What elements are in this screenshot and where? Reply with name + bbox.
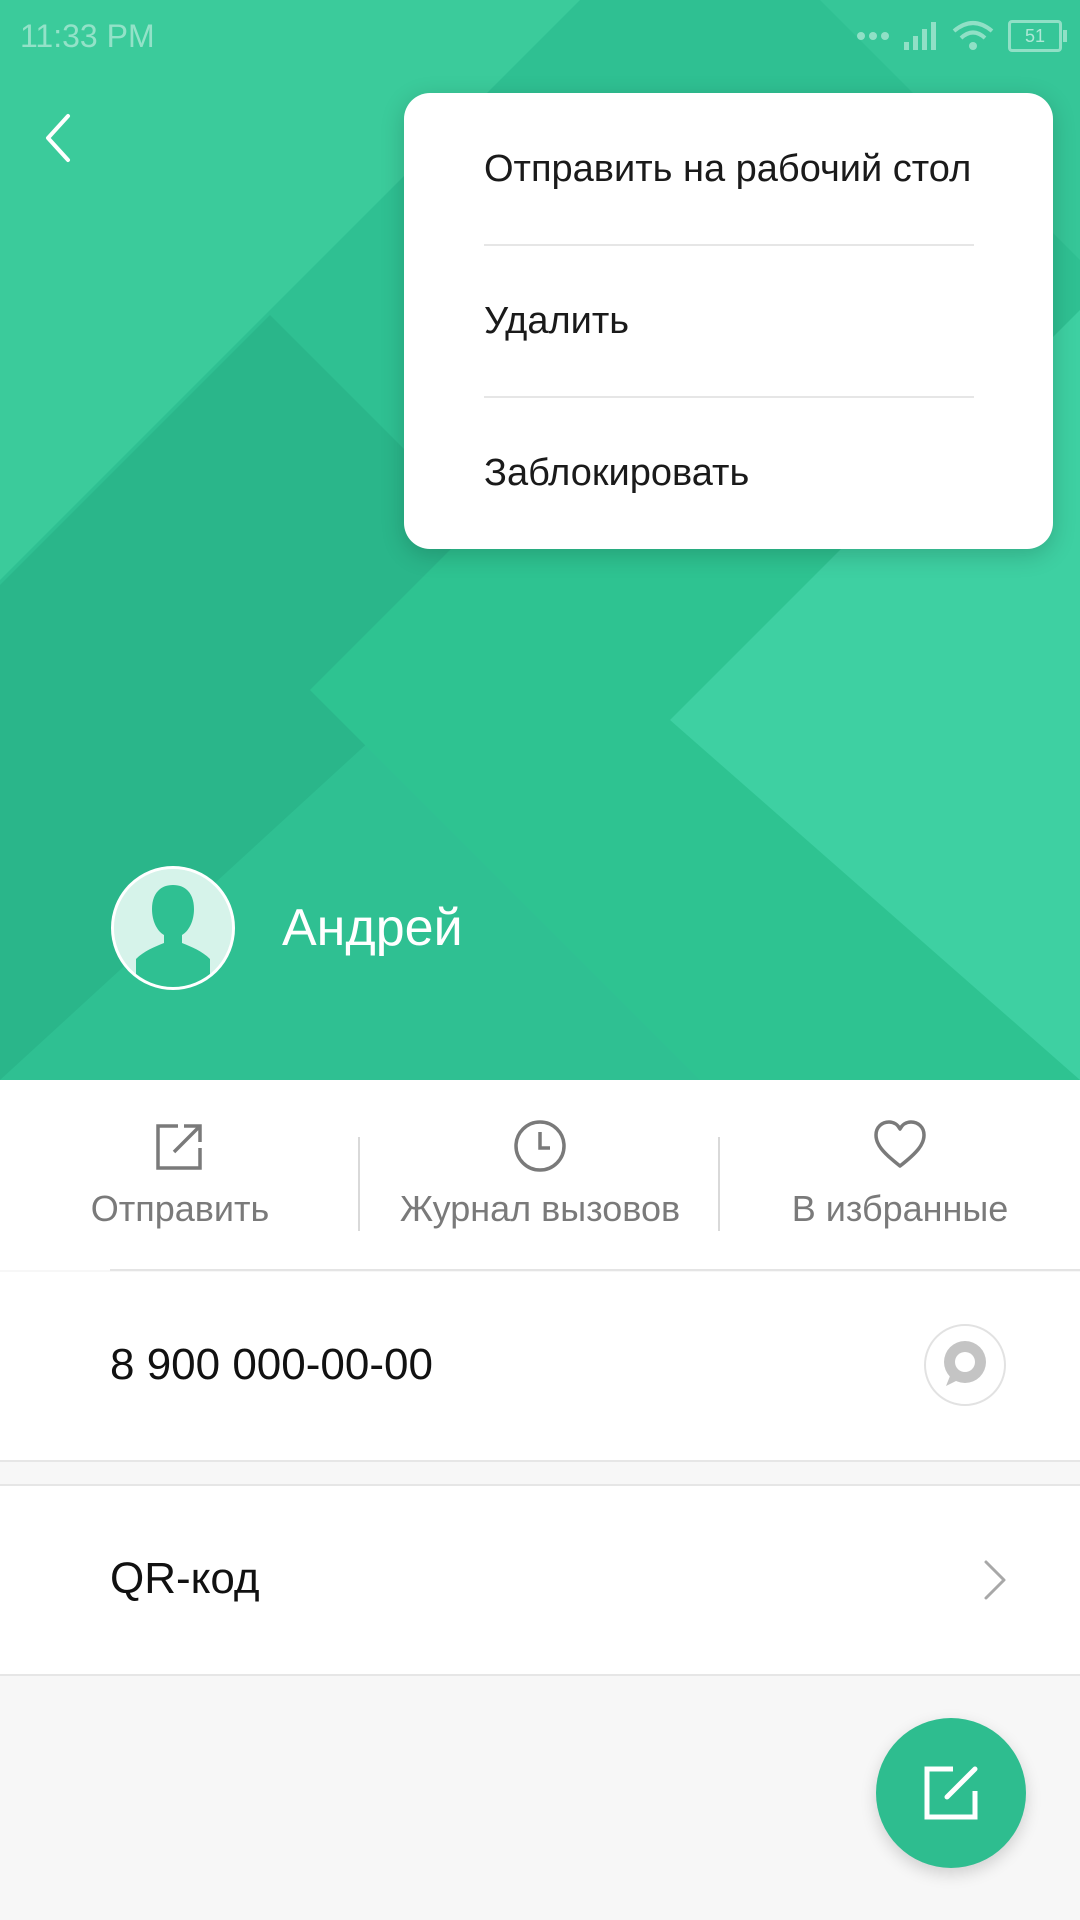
- divider: [110, 1269, 1080, 1271]
- message-icon: [944, 1341, 986, 1386]
- call-log-button[interactable]: Журнал вызовов: [360, 1080, 720, 1270]
- favorite-button[interactable]: В избранные: [720, 1080, 1080, 1270]
- message-button[interactable]: [924, 1324, 1006, 1406]
- battery-icon: 51: [1008, 20, 1067, 52]
- menu-item-block[interactable]: Заблокировать: [484, 397, 974, 549]
- heart-icon: [874, 1120, 926, 1168]
- call-log-label: Журнал вызовов: [399, 1188, 681, 1229]
- contact-actions: Отправить Журнал вызовов В избранные: [0, 1080, 1080, 1271]
- share-button[interactable]: Отправить: [0, 1080, 360, 1270]
- menu-item-send-to-desktop[interactable]: Отправить на рабочий стол: [484, 93, 974, 245]
- favorite-label: В избранные: [791, 1188, 1009, 1229]
- person-icon: [114, 869, 232, 987]
- status-icons: 51: [856, 16, 1067, 56]
- phone-number: 8 900 000-00-00: [110, 1340, 433, 1389]
- edit-contact-button[interactable]: [876, 1718, 1026, 1868]
- menu-item-delete[interactable]: Удалить: [484, 245, 974, 397]
- signal-icon: [904, 22, 936, 50]
- qr-code-row[interactable]: QR-код: [0, 1484, 1080, 1676]
- status-bar: 11:33 PM 51: [0, 0, 1080, 72]
- chevron-right-icon: [984, 1560, 1006, 1600]
- chevron-left-icon: [46, 114, 70, 162]
- share-label: Отправить: [90, 1188, 270, 1229]
- more-dots-icon: [857, 32, 889, 40]
- status-time: 11:33 PM: [20, 18, 155, 54]
- share-icon: [156, 1124, 202, 1170]
- phone-number-row[interactable]: 8 900 000-00-00: [0, 1272, 1080, 1462]
- wifi-icon: [952, 21, 994, 50]
- avatar: [111, 866, 235, 990]
- overflow-menu: Отправить на рабочий стол Удалить Заблок…: [404, 93, 1053, 549]
- contact-name: Андрей: [282, 899, 463, 957]
- edit-icon: [924, 1766, 978, 1820]
- back-button[interactable]: [36, 108, 82, 168]
- qr-code-label: QR-код: [110, 1554, 260, 1603]
- clock-icon: [514, 1120, 566, 1172]
